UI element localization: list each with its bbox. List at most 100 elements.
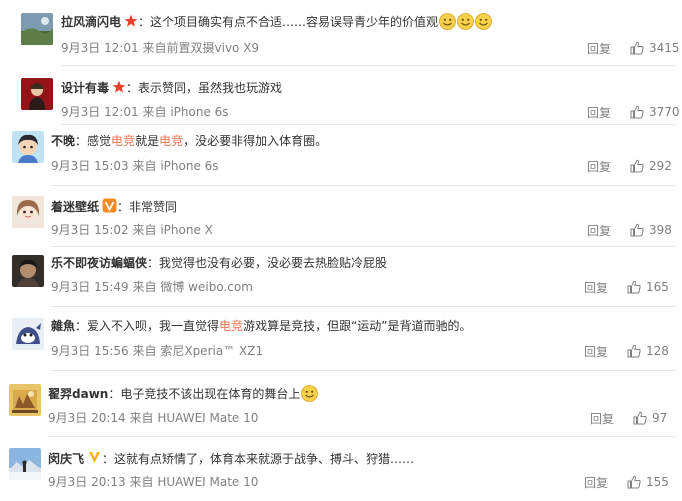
comment-meta: 9月3日 15:49 来自 微博 weibo.com [51,280,253,294]
comment-text: 我觉得也没有必要，没必要去热脸贴冷屁股 [159,256,388,270]
comment-text: 非常赞同 [129,200,178,214]
like-button[interactable]: 155 [627,475,669,489]
reply-button[interactable]: 回复 [584,281,608,295]
comment-date: 9月3日 12:01 [61,105,139,119]
separator: ： [138,15,151,29]
like-count: 128 [646,344,669,358]
source-prefix: 来自 [142,105,167,119]
comment-date: 9月3日 20:14 [48,411,126,425]
avatar[interactable] [12,196,44,228]
avatar[interactable] [12,318,44,350]
thumbs-up-icon [630,105,644,119]
comment-source[interactable]: 索尼Xperia™ XZ1 [160,344,263,358]
separator: ： [102,452,115,466]
source-prefix: 来自 [142,41,167,55]
avatar[interactable] [12,255,44,287]
comment-source[interactable]: 微博 weibo.com [160,280,253,294]
divider [51,370,676,371]
comment-meta: 9月3日 12:01 来自 iPhone 6s [61,105,229,119]
text-segment: 感觉 [87,134,112,148]
avatar[interactable] [21,13,53,45]
avatar[interactable] [9,384,41,416]
thumbs-up-icon [627,475,641,489]
comment-source[interactable]: 前置双摄vivo X9 [167,41,260,55]
comment-source[interactable]: iPhone 6s [170,105,228,119]
reply-button[interactable]: 回复 [587,224,611,238]
comment-source[interactable]: iPhone 6s [160,159,218,173]
comment-date: 9月3日 15:56 [51,344,129,358]
separator: ： [108,387,121,401]
divider [61,124,676,125]
divider [61,65,676,66]
like-count: 3415 [649,41,680,55]
like-count: 398 [649,223,672,237]
smile-emoji-icon [439,13,456,34]
reply-button[interactable]: 回复 [590,412,614,426]
comment-text: 表示赞同，虽然我也玩游戏 [138,81,283,95]
like-count: 155 [646,475,669,489]
avatar[interactable] [12,131,44,163]
like-button[interactable]: 97 [633,411,667,425]
comment-date: 9月3日 20:13 [48,475,126,489]
comment-source[interactable]: HUAWEI Mate 10 [157,411,258,425]
smile-emoji-icon [475,13,492,34]
text-segment: ，没必要非得加入体育圈。 [183,134,328,148]
comment-meta: 9月3日 15:03 来自 iPhone 6s [51,159,219,173]
username[interactable]: 不晚 [51,134,75,148]
star-badge-icon[interactable] [124,14,138,32]
like-button[interactable]: 3415 [630,41,680,55]
hashtag-link[interactable]: 电竞 [111,134,135,148]
verified-badge-icon[interactable] [87,450,102,469]
comment-meta: 9月3日 12:01 来自前置双摄vivo X9 [61,41,259,55]
comment-source[interactable]: iPhone X [160,223,213,237]
like-count: 165 [646,280,669,294]
comment-text: 电子竞技不该出现在体育的舞台上 [120,387,301,401]
like-button[interactable]: 398 [630,223,672,237]
divider [51,246,676,247]
username[interactable]: 翟羿dawn [48,387,108,401]
username[interactable]: 乐不即夜访蝙蝠侠 [51,256,147,270]
like-count: 3770 [649,105,680,119]
username[interactable]: 着迷壁纸 [51,200,99,214]
thumbs-up-icon [633,411,647,425]
source-prefix: 来自 [132,280,157,294]
like-button[interactable]: 3770 [630,105,680,119]
like-button[interactable]: 165 [627,280,669,294]
comment-text: 这就有点矫情了，体育本来就源于战争、搏斗、狩猎…… [114,452,415,466]
username[interactable]: 雜魚 [51,319,75,333]
comment-text: 爱入不入呗，我一直觉得电竞游戏算是竞技，但跟“运动”是背道而驰的。 [87,319,471,333]
hashtag-link[interactable]: 电竞 [219,319,243,333]
star-badge-icon[interactable] [112,80,126,98]
comment-text: 这个项目确实有点不合适……容易误导青少年的价值观 [150,15,439,29]
reply-button[interactable]: 回复 [587,42,611,56]
avatar[interactable] [21,78,53,110]
divider [51,185,676,186]
source-prefix: 来自 [132,344,157,358]
username[interactable]: 闵庆飞 [48,452,84,466]
like-button[interactable]: 128 [627,344,669,358]
separator: ： [126,81,139,95]
reply-button[interactable]: 回复 [587,160,611,174]
comment-meta: 9月3日 15:02 来自 iPhone X [51,223,213,237]
username[interactable]: 设计有毒 [61,81,109,95]
comment-meta: 9月3日 20:14 来自 HUAWEI Mate 10 [48,411,258,425]
verified-badge-icon[interactable] [102,198,117,217]
like-button[interactable]: 292 [630,159,672,173]
avatar[interactable] [9,448,41,480]
reply-button[interactable]: 回复 [584,476,608,490]
text-segment: 游戏算是竞技，但跟“运动”是背道而驰的。 [243,319,472,333]
separator: ： [117,200,130,214]
reply-button[interactable]: 回复 [584,345,608,359]
hashtag-link[interactable]: 电竞 [159,134,183,148]
thumbs-up-icon [627,344,641,358]
comment-source[interactable]: HUAWEI Mate 10 [157,475,258,489]
comment-date: 9月3日 15:02 [51,223,129,237]
thumbs-up-icon [630,159,644,173]
separator: ： [147,256,160,270]
thumbs-up-icon [630,223,644,237]
divider [51,306,676,307]
username[interactable]: 拉风滴闪电 [61,15,121,29]
comment-meta: 9月3日 15:56 来自 索尼Xperia™ XZ1 [51,344,263,358]
source-prefix: 来自 [129,475,154,489]
reply-button[interactable]: 回复 [587,106,611,120]
